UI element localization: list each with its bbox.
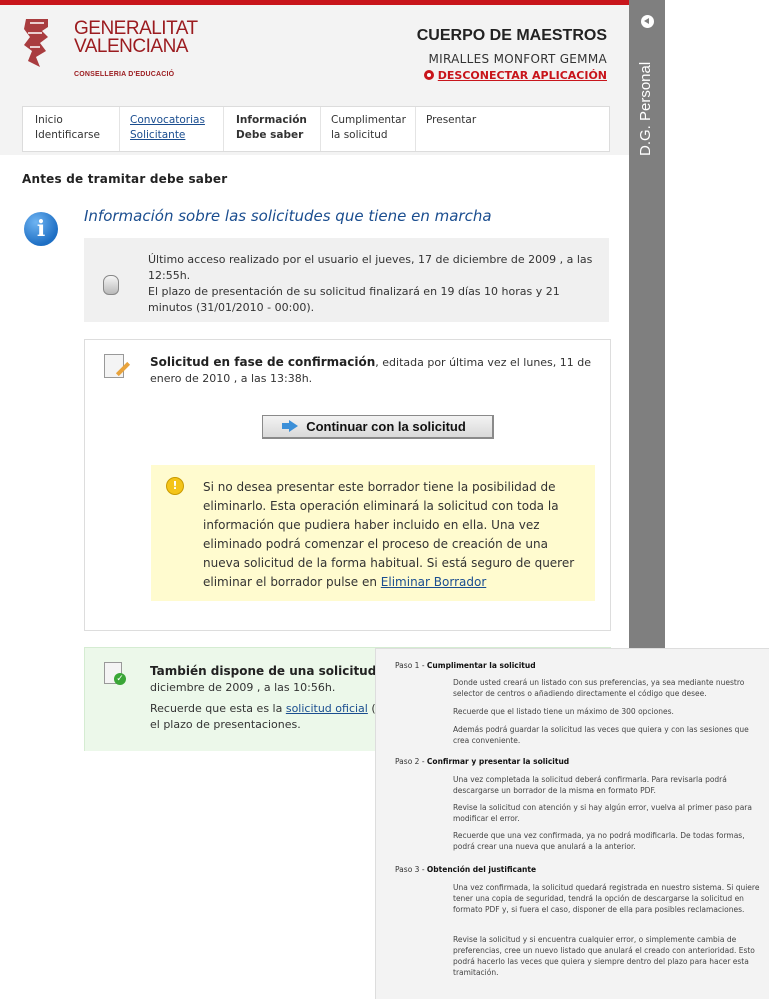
step-link-convocatorias[interactable]: Convocatorias: [130, 114, 205, 126]
step-label-4: Cumplimentar: [331, 114, 406, 126]
step-convocatorias[interactable]: Convocatorias Solicitante: [130, 113, 205, 143]
step-cumplimentar: Cumplimentar la solicitud: [331, 113, 406, 143]
power-icon: [423, 70, 434, 80]
user-name: MIRALLES MONFORT GEMMA: [428, 52, 607, 66]
document-ok-icon: [104, 662, 126, 685]
disconnect-link[interactable]: DESCONECTAR APLICACIÓN: [423, 69, 607, 82]
last-access-box: Último acceso realizado por el usuario e…: [84, 238, 609, 322]
help-panel: Paso 1 - Cumplimentar la solicitud Donde…: [375, 648, 769, 999]
help-step-2-p3: Recuerde que una vez confirmada, ya no p…: [453, 831, 745, 851]
delete-draft-link[interactable]: Eliminar Borrador: [381, 575, 486, 589]
help-step-3-p1: Una vez confirmada, la solicitud quedará…: [453, 883, 760, 914]
warning-message: Si no desea presentar este borrador tien…: [203, 480, 575, 589]
step-sublabel-1: Identificarse: [35, 129, 100, 141]
generalitat-logo: GENERALITAT VALENCIANA CONSELLERIA D'EDU…: [22, 15, 202, 85]
warning-icon: !: [166, 477, 184, 495]
help-step-2-title: Paso 2 - Confirmar y presentar la solici…: [395, 757, 570, 766]
page-heading: Antes de tramitar debe saber: [22, 172, 228, 186]
official-status: También dispone de una solicitud: [150, 664, 377, 678]
arrow-right-icon: [282, 420, 299, 432]
section-title: Información sobre las solicitudes que ti…: [84, 207, 492, 225]
help-step-1-title: Paso 1 - Cumplimentar la solicitud: [395, 661, 536, 670]
info-icon: i: [24, 212, 58, 246]
help-step-2-p1: Una vez completada la solicitud deberá c…: [453, 775, 727, 795]
step-informacion: Información Debe saber: [236, 113, 307, 143]
draft-request-box: Solicitud en fase de confirmación, edita…: [84, 339, 611, 631]
step-link-solicitante[interactable]: Solicitante: [130, 129, 185, 141]
help-step-1-p2: Recuerde que el listado tiene un máximo …: [453, 707, 674, 716]
help-step-3-p2: Revise la solicitud y si encuentra cualq…: [453, 935, 755, 977]
delete-draft-warning: ! Si no desea presentar este borrador ti…: [151, 465, 595, 601]
draft-request-text: Solicitud en fase de confirmación, edita…: [150, 354, 600, 387]
step-divider: [320, 107, 321, 151]
page-container: GENERALITAT VALENCIANA CONSELLERIA D'EDU…: [0, 5, 629, 751]
help-step-1-p3: Además podrá guardar la solicitud las ve…: [453, 725, 749, 745]
help-step-2-p2: Revise la solicitud con atención y si ha…: [453, 803, 752, 823]
step-sublabel-3: Debe saber: [236, 129, 304, 141]
edit-document-icon: [104, 354, 124, 378]
step-label-3: Información: [236, 114, 307, 126]
continue-request-button[interactable]: Continuar con la solicitud: [262, 415, 494, 439]
help-step-1-p1: Donde usted creará un listado con sus pr…: [453, 678, 745, 698]
side-panel-label: D.G. Personal: [637, 61, 654, 156]
step-label-1: Inicio: [35, 114, 63, 126]
disconnect-label: DESCONECTAR APLICACIÓN: [437, 69, 607, 82]
step-divider: [223, 107, 224, 151]
coat-of-arms-icon: [24, 19, 48, 67]
official-request-link[interactable]: solicitud oficial: [286, 702, 368, 715]
collapse-icon[interactable]: [641, 15, 654, 28]
draft-status: Solicitud en fase de confirmación: [150, 355, 376, 369]
last-access-text: Último acceso realizado por el usuario e…: [148, 252, 594, 316]
step-divider: [119, 107, 120, 151]
app-title: CUERPO DE MAESTROS: [416, 27, 607, 44]
help-step-3-title: Paso 3 - Obtención del justificante: [395, 865, 537, 874]
mouse-icon: [103, 275, 119, 295]
steps-breadcrumb: Inicio Identificarse Convocatorias Solic…: [22, 106, 610, 152]
deadline-line: El plazo de presentación de su solicitud…: [148, 285, 560, 314]
header: GENERALITAT VALENCIANA CONSELLERIA D'EDU…: [0, 5, 629, 93]
logo-text-line2: VALENCIANA: [74, 36, 188, 57]
step-presentar: Presentar: [426, 113, 476, 128]
side-panel[interactable]: D.G. Personal: [629, 0, 665, 750]
continue-label: Continuar con la solicitud: [306, 419, 466, 434]
step-label-5: Presentar: [426, 114, 477, 126]
step-sublabel-4: la solicitud: [331, 129, 388, 141]
official-reminder: Recuerde que esta es la: [150, 702, 286, 715]
last-access-line: Último acceso realizado por el usuario e…: [148, 253, 593, 282]
logo-text-line3: CONSELLERIA D'EDUCACIÓ: [74, 71, 175, 78]
warning-text: Si no desea presentar este borrador tien…: [203, 478, 583, 592]
step-divider: [415, 107, 416, 151]
step-inicio: Inicio Identificarse: [35, 113, 100, 143]
